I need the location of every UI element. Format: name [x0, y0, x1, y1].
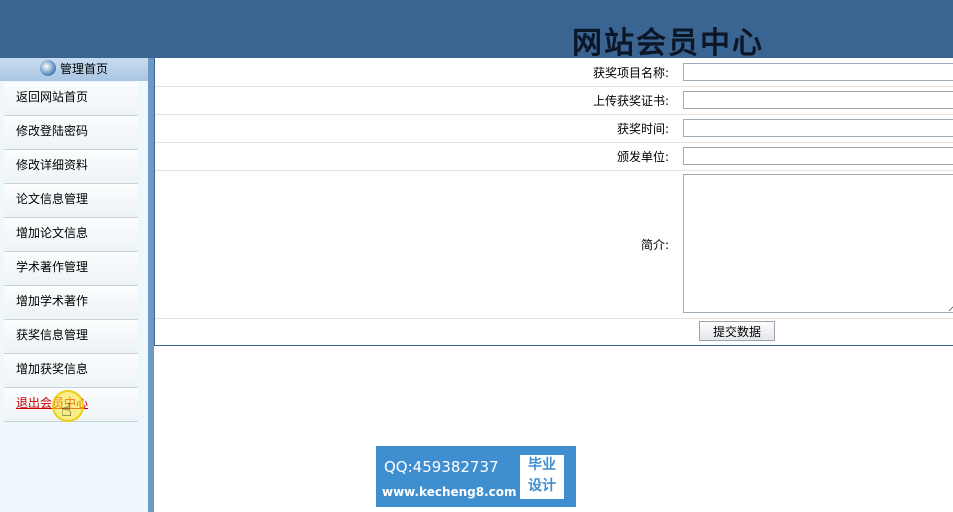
sidebar-home-link[interactable]: 管理首页 — [0, 58, 148, 81]
sidebar-item-paper-manage[interactable]: 论文信息管理 — [4, 184, 138, 218]
hand-pointer-icon: ☝ — [61, 400, 72, 421]
sidebar-item-add-works[interactable]: 增加学术著作 — [4, 286, 138, 320]
certificate-label: 上传获奖证书: — [592, 94, 669, 108]
intro-label: 简介: — [640, 238, 669, 252]
award-time-input[interactable] — [683, 119, 953, 137]
award-name-input[interactable] — [683, 63, 953, 81]
sidebar-item-award-manage[interactable]: 获奖信息管理 — [4, 320, 138, 354]
issuer-label: 颁发单位: — [616, 150, 669, 164]
page-title: 网站会员中心 — [572, 26, 764, 61]
form-row-certificate: 上传获奖证书: — [155, 86, 953, 115]
watermark-qq: QQ:459382737 — [384, 458, 499, 476]
watermark-box: 毕业 设计 — [520, 455, 564, 499]
form-row-award-name: 获奖项目名称: — [155, 58, 953, 87]
issuer-input[interactable] — [683, 147, 953, 165]
sidebar-menu: 返回网站首页 修改登陆密码 修改详细资料 论文信息管理 增加论文信息 学术著作管… — [4, 82, 138, 422]
award-form: 获奖项目名称: 上传获奖证书: 获奖时间: 颁发单位: 简介: 提交数据 — [154, 58, 953, 346]
sidebar-head-label: 管理首页 — [59, 62, 108, 76]
award-name-label: 获奖项目名称: — [592, 66, 669, 80]
form-row-award-time: 获奖时间: — [155, 114, 953, 143]
form-row-intro: 简介: — [155, 170, 953, 319]
globe-icon — [39, 60, 56, 76]
sidebar-item-change-password[interactable]: 修改登陆密码 — [4, 116, 138, 150]
watermark-badge: QQ:459382737 www.kecheng8.com 毕业 设计 — [376, 446, 576, 507]
award-time-label: 获奖时间: — [616, 122, 669, 136]
header-bar: 网站会员中心 — [0, 0, 953, 61]
watermark-box-line1: 毕业 — [528, 457, 556, 473]
sidebar-item-back-home[interactable]: 返回网站首页 — [4, 82, 138, 116]
submit-button[interactable]: 提交数据 — [699, 321, 775, 341]
intro-textarea[interactable] — [683, 174, 953, 313]
sidebar: 管理首页 返回网站首页 修改登陆密码 修改详细资料 论文信息管理 增加论文信息 … — [0, 58, 150, 512]
sidebar-item-edit-profile[interactable]: 修改详细资料 — [4, 150, 138, 184]
sidebar-item-add-paper[interactable]: 增加论文信息 — [4, 218, 138, 252]
form-row-issuer: 颁发单位: — [155, 142, 953, 171]
watermark-url: www.kecheng8.com — [382, 485, 517, 499]
sidebar-item-works-manage[interactable]: 学术著作管理 — [4, 252, 138, 286]
certificate-input[interactable] — [683, 91, 953, 109]
sidebar-item-add-award[interactable]: 增加获奖信息 — [4, 354, 138, 388]
watermark-box-line2: 设计 — [528, 478, 556, 494]
